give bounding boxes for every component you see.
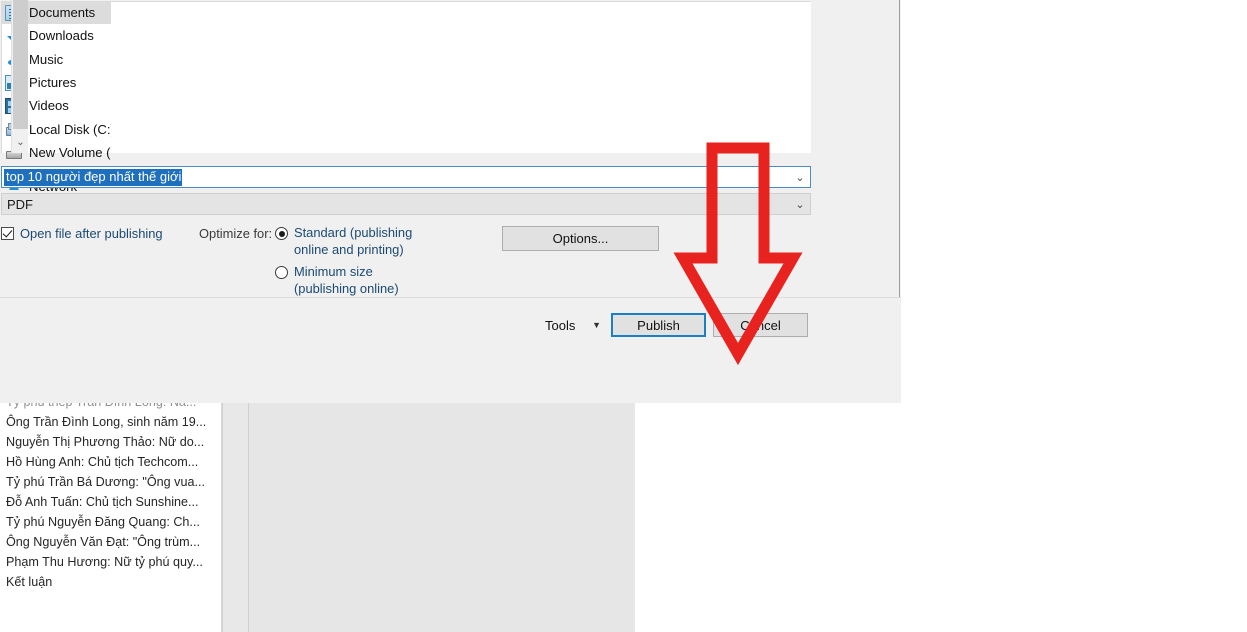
places-tree-scrollbar[interactable]: ⌄ [11, 0, 28, 153]
navigation-pane-item[interactable]: Đỗ Anh Tuấn: Chủ tịch Sunshine... [0, 492, 221, 512]
places-tree-item-label: Pictures [29, 75, 77, 91]
radio-minimum-label[interactable]: Minimum size (publishing online) [294, 264, 399, 297]
open-after-publishing-label[interactable]: Open file after publishing [20, 226, 163, 241]
navigation-pane-divider [222, 392, 223, 632]
document-body-inner [248, 402, 633, 632]
navigation-pane-item[interactable]: Ông Trần Đình Long, sinh năm 19... [0, 412, 221, 432]
navigation-pane-item[interactable]: Tỷ phú Trần Bá Dương: "Ông vua... [0, 472, 221, 492]
scrollbar-thumb[interactable] [13, 0, 28, 129]
navigation-pane-item[interactable]: Kết luận [0, 572, 221, 592]
radio-minimum-indicator[interactable] [275, 266, 288, 279]
places-tree-item-label: Videos [29, 98, 69, 114]
places-tree-item-label: Documents [29, 5, 96, 21]
navigation-pane-item[interactable]: Ông Nguyễn Văn Đạt: "Ông trùm... [0, 532, 221, 552]
navigation-pane-item[interactable]: Phạm Thu Hương: Nữ tỷ phú quy... [0, 552, 221, 572]
tools-chevron-down-icon: ▼ [592, 320, 601, 330]
screen: giới đẹp nhất thế giới" luôn là tâm điểm… [0, 0, 1247, 632]
radio-standard-line2: online and printing) [294, 241, 404, 257]
optimize-for-radio-group[interactable]: Standard (publishing online and printing… [275, 225, 445, 303]
radio-minimum-size[interactable]: Minimum size (publishing online) [275, 264, 445, 297]
save-as-type-chevron-down-icon[interactable]: ⌄ [790, 194, 810, 214]
places-tree-item-label: Local Disk (C:) [29, 121, 111, 137]
publish-button[interactable]: Publish [611, 313, 706, 337]
document-body-area [223, 400, 635, 632]
save-as-type-select[interactable]: PDF ⌄ [1, 193, 811, 215]
scroll-down-icon[interactable]: ⌄ [13, 131, 28, 153]
radio-standard-label[interactable]: Standard (publishing online and printing… [294, 225, 412, 258]
cancel-button[interactable]: Cancel [713, 313, 808, 337]
file-list-area[interactable]: Custom Office TemplatesDownloadsSimple S… [1, 1, 811, 153]
save-as-pdf-dialog[interactable]: Custom Office TemplatesDownloadsSimple S… [0, 0, 901, 403]
save-as-type-value[interactable]: PDF [2, 197, 33, 212]
navigation-pane-item[interactable]: Nguyễn Thị Phương Thảo: Nữ do... [0, 432, 221, 452]
optimize-for-label: Optimize for: [199, 226, 273, 241]
tools-button[interactable]: Tools ▼ [539, 313, 607, 337]
navigation-pane-item[interactable]: Hồ Hùng Anh: Chủ tịch Techcom... [0, 452, 221, 472]
navigation-pane[interactable]: Tỷ phú thép Trần Đình Long: Na...Ông Trầ… [0, 392, 222, 632]
places-tree-item-label: Music [29, 51, 64, 67]
tools-button-label: Tools [545, 317, 576, 333]
radio-minimum-line2: (publishing online) [294, 280, 399, 296]
navigation-pane-item[interactable]: Tỷ phú Nguyễn Đăng Quang: Ch... [0, 512, 221, 532]
options-button[interactable]: Options... [502, 226, 659, 251]
file-name-value[interactable]: top 10 người đẹp nhất thế giới [4, 168, 183, 186]
file-name-chevron-down-icon[interactable]: ⌄ [790, 167, 810, 187]
open-after-publishing-checkbox[interactable]: Open file after publishing [1, 226, 163, 241]
checkbox-check-icon[interactable] [1, 227, 14, 240]
places-tree-item-label: New Volume (D: [29, 144, 111, 160]
radio-standard[interactable]: Standard (publishing online and printing… [275, 225, 445, 258]
radio-standard-indicator[interactable] [275, 227, 288, 240]
navigation-pane-list[interactable]: Tỷ phú thép Trần Đình Long: Na...Ông Trầ… [0, 392, 221, 592]
places-tree-item-label: Downloads [29, 28, 94, 44]
radio-minimum-line1: Minimum size [294, 264, 373, 279]
file-name-input[interactable]: top 10 người đẹp nhất thế giới ⌄ [1, 166, 811, 188]
radio-standard-line1: Standard (publishing [294, 225, 413, 240]
